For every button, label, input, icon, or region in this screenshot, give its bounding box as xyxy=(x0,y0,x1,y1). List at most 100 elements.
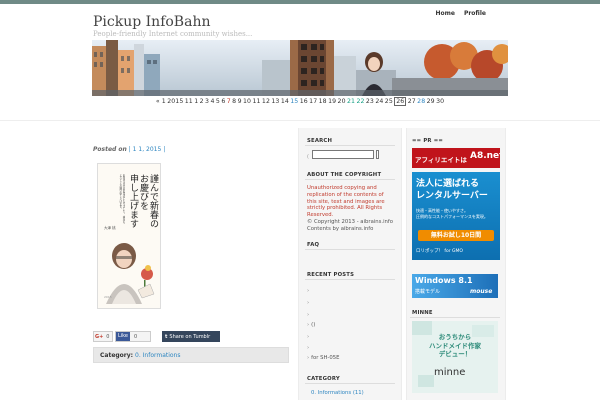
windows-ad-text: Windows 8.1 xyxy=(415,276,473,285)
facebook-like-button[interactable]: Like 0 xyxy=(115,331,151,342)
top-nav: Home Profile xyxy=(435,10,486,17)
card-greeting-heading: 謹んで新春の お慶びを 申し上げます xyxy=(128,174,158,228)
recent-posts-divider xyxy=(305,279,395,280)
date-day-link[interactable]: 16 xyxy=(300,98,308,105)
recent-post-item[interactable]: › xyxy=(307,345,311,351)
post-meta: Posted on | 1 1, 2015 | xyxy=(93,146,165,153)
date-day-link[interactable]: 11 xyxy=(185,98,193,105)
date-day-link[interactable]: 7 xyxy=(227,98,231,105)
date-day-link[interactable]: 29 xyxy=(427,98,435,105)
date-day-link[interactable]: 24 xyxy=(375,98,383,105)
date-day-link[interactable]: 20 xyxy=(338,98,346,105)
recent-post-item[interactable]: ›() xyxy=(307,322,315,328)
date-day-link[interactable]: 6 xyxy=(221,98,225,105)
faq-divider xyxy=(305,249,395,250)
recent-post-item[interactable]: › xyxy=(307,334,311,340)
rental-server-ad[interactable]: 法人に選ばれる レンタルサーバー 快適・高性能・使いやすさ。 圧倒的なコストパフ… xyxy=(412,172,500,260)
date-day-link[interactable]: 1 xyxy=(194,98,198,105)
date-day-link[interactable]: 8 xyxy=(232,98,236,105)
faq-heading[interactable]: FAQ xyxy=(307,242,319,248)
recent-post-arrow-icon: › xyxy=(307,312,310,318)
post-date-link[interactable]: | 1 1, 2015 | xyxy=(129,146,165,153)
date-day-link[interactable]: 15 xyxy=(290,98,298,105)
minne-ad[interactable]: おうちから ハンドメイド作家 デビュー！ minne xyxy=(412,321,498,393)
card-year: 2015 xyxy=(104,295,112,299)
recent-post-item[interactable]: › xyxy=(307,300,311,306)
post-meta-label: Posted on xyxy=(93,146,127,153)
a8-ad-text: アフィリエイトは xyxy=(415,156,467,164)
top-border-line xyxy=(0,0,600,4)
date-day-link[interactable]: 27 xyxy=(408,98,416,105)
gplus-share-button[interactable]: G+ 0 xyxy=(93,331,113,342)
rental-server-ad-subtext: 快適・高性能・使いやすさ。 圧倒的なコストパフォーマンスを実現。 xyxy=(416,208,488,219)
new-year-card-image[interactable]: 謹んで新春の お慶びを 申し上げます 旧年中は大変お世話になりました。本年もよろ… xyxy=(97,163,161,309)
site-title[interactable]: Pickup InfoBahn xyxy=(93,14,210,30)
date-day-link[interactable]: 23 xyxy=(366,98,374,105)
date-day-link[interactable]: 13 xyxy=(271,98,279,105)
post-category-bar: Category: 0. Informations xyxy=(93,347,289,363)
date-day-link[interactable]: 21 xyxy=(347,98,355,105)
category-heading: CATEGORY xyxy=(307,376,340,382)
recent-post-arrow-icon: › xyxy=(307,355,310,361)
date-day-link[interactable]: 18 xyxy=(319,98,327,105)
recent-post-arrow-icon: › xyxy=(307,322,310,328)
date-day-link[interactable]: 10 xyxy=(243,98,251,105)
post-category-link[interactable]: 0. Informations xyxy=(135,352,181,359)
date-day-link[interactable]: 9 xyxy=(238,98,242,105)
recent-post-arrow-icon: › xyxy=(307,345,310,351)
contents-credit: Contents by aibrains.info xyxy=(307,225,374,232)
tumblr-share-button[interactable]: t Share on Tumblr xyxy=(162,331,220,342)
date-day-link[interactable]: 3 xyxy=(205,98,209,105)
date-year-link[interactable]: 2015 xyxy=(167,98,183,105)
date-day-link[interactable]: 17 xyxy=(309,98,317,105)
date-prefix-link[interactable]: « 1 xyxy=(156,98,166,105)
search-input[interactable] xyxy=(312,150,374,159)
date-day-link[interactable]: 11 xyxy=(252,98,260,105)
date-day-link[interactable]: 22 xyxy=(356,98,364,105)
tumblr-share-label: Share on Tumblr xyxy=(169,333,211,340)
date-day-link[interactable]: 5 xyxy=(216,98,220,105)
date-day-link[interactable]: 2 xyxy=(200,98,204,105)
date-day-link[interactable]: 19 xyxy=(328,98,336,105)
minne-divider xyxy=(410,317,500,318)
date-day-link[interactable]: 14 xyxy=(281,98,289,105)
copyright-notice: Unauthorized copying and replication of … xyxy=(307,185,393,233)
pr-heading: == PR == xyxy=(412,138,444,144)
copyright-text: Unauthorized copying and replication of … xyxy=(307,185,385,219)
date-day-link[interactable]: 12 xyxy=(262,98,270,105)
nav-profile-link[interactable]: Profile xyxy=(464,10,486,17)
date-archive-strip: « 12015111234567891011121314151617181920… xyxy=(92,97,508,106)
windows-pc-ad[interactable]: Windows 8.1 搭載モデル mouse xyxy=(412,274,498,298)
category-item[interactable]: 0. Informations (11) xyxy=(311,390,364,396)
recent-post-item[interactable]: › xyxy=(307,288,311,294)
recent-post-item[interactable]: › xyxy=(307,312,311,318)
recent-post-arrow-icon: › xyxy=(307,334,310,340)
recent-posts-heading: RECENT POSTS xyxy=(307,272,355,278)
date-day-link[interactable]: 26 xyxy=(394,97,407,106)
date-day-link[interactable]: 4 xyxy=(210,98,214,105)
facebook-like-count: 0 xyxy=(133,333,138,340)
date-day-link[interactable]: 28 xyxy=(417,98,425,105)
header-divider xyxy=(0,120,600,121)
recent-post-item[interactable]: › for SH-05E xyxy=(307,355,339,361)
search-heading: SEARCH xyxy=(307,138,333,144)
rental-server-ad-brand: ロリポップ！ for GMO xyxy=(416,249,463,254)
header-banner-image xyxy=(92,40,508,96)
search-submit-button[interactable] xyxy=(376,150,379,159)
minne-ad-brand: minne xyxy=(434,367,466,378)
post-category-label: Category: xyxy=(100,352,134,359)
nav-home-link[interactable]: Home xyxy=(435,10,454,17)
minne-heading: MINNE xyxy=(412,310,433,316)
date-day-link[interactable]: 30 xyxy=(436,98,444,105)
search-divider xyxy=(305,145,395,146)
date-day-link[interactable]: 25 xyxy=(385,98,393,105)
a8-affiliate-ad[interactable]: アフィリエイトは A8.net xyxy=(412,148,500,168)
rental-server-ad-cta[interactable]: 無料お試し10日間 xyxy=(418,230,494,241)
windows-ad-subtext: 搭載モデル xyxy=(415,289,441,295)
copyright-line: © Copyright 2013 - aibrains.info xyxy=(307,218,394,225)
card-greeting-body: 旧年中は大変お世話になりました。本年もよろしくお願い申し上げます。 xyxy=(118,174,125,224)
category-divider xyxy=(305,383,395,384)
rental-server-ad-headline: 法人に選ばれる レンタルサーバー xyxy=(416,179,488,201)
copyright-heading: ABOUT THE COPYRIGHT xyxy=(307,172,382,178)
card-signature: 大津 桃 xyxy=(104,226,116,230)
